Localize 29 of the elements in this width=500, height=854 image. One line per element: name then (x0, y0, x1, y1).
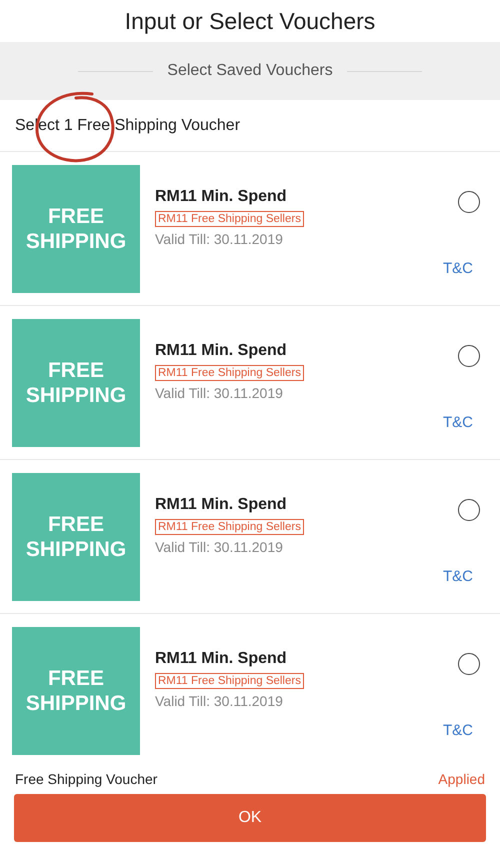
terms-link[interactable]: T&C (443, 720, 473, 742)
min-spend-text: RM11 Min. Spend (155, 495, 287, 515)
terms-link[interactable]: T&C (443, 412, 473, 434)
applied-status: Applied (438, 770, 485, 789)
validity-text: Valid Till: 30.11.2019 (155, 230, 283, 249)
voucher-badge: FREE SHIPPING (12, 472, 140, 600)
seller-tag: RM11 Free Shipping Sellers (155, 519, 304, 535)
page-title: Input or Select Vouchers (124, 6, 376, 36)
radio-button[interactable] (458, 498, 480, 520)
section-title: Select Saved Vouchers (167, 61, 333, 81)
min-spend-text: RM11 Min. Spend (155, 341, 287, 361)
seller-tag: RM11 Free Shipping Sellers (155, 673, 304, 689)
terms-link[interactable]: T&C (443, 566, 473, 588)
validity-text: Valid Till: 30.11.2019 (155, 692, 283, 711)
radio-button[interactable] (458, 344, 480, 366)
voucher-badge: FREE SHIPPING (12, 626, 140, 754)
validity-text: Valid Till: 30.11.2019 (155, 538, 283, 557)
voucher-badge: FREE SHIPPING (12, 318, 140, 446)
ok-button[interactable]: OK (14, 794, 486, 842)
min-spend-text: RM11 Min. Spend (155, 649, 287, 669)
voucher-badge: FREE SHIPPING (12, 164, 140, 292)
min-spend-text: RM11 Min. Spend (155, 187, 287, 207)
seller-tag: RM11 Free Shipping Sellers (155, 365, 304, 381)
radio-button[interactable] (458, 190, 480, 212)
seller-tag: RM11 Free Shipping Sellers (155, 211, 304, 227)
radio-button[interactable] (458, 652, 480, 674)
validity-text: Valid Till: 30.11.2019 (155, 384, 283, 403)
footer-label: Free Shipping Voucher (15, 770, 158, 789)
terms-link[interactable]: T&C (443, 258, 473, 280)
